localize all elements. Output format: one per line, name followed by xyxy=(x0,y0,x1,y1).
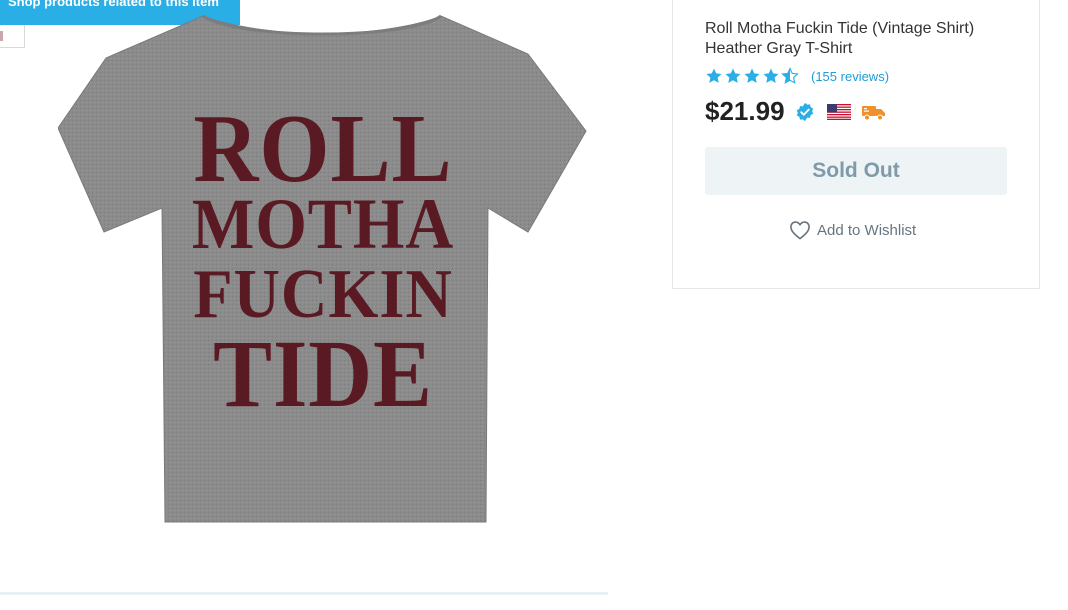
wishlist-label: Add to Wishlist xyxy=(817,221,917,239)
thumbnail-image xyxy=(0,31,3,41)
product-image: ROLL MOTHA FUCKIN TIDE xyxy=(58,14,588,524)
star-rating xyxy=(705,67,799,85)
verified-badge-icon xyxy=(796,102,813,121)
us-flag-icon xyxy=(826,103,851,120)
shirt-print-text: ROLL MOTHA FUCKIN TIDE xyxy=(58,95,588,427)
add-to-wishlist-button[interactable]: Add to Wishlist xyxy=(789,220,916,240)
product-title: Roll Motha Fuckin Tide (Vintage Shirt) H… xyxy=(705,20,975,57)
print-line: MOTHA xyxy=(191,184,455,264)
star-icon xyxy=(744,68,760,83)
heart-icon xyxy=(790,221,810,240)
shipping-truck-icon xyxy=(861,105,885,120)
reviews-link[interactable]: (155 reviews) xyxy=(811,69,889,84)
related-products-label: Shop products related to this item xyxy=(8,0,219,9)
rating-row: (155 reviews) xyxy=(705,67,889,85)
star-icon xyxy=(763,68,779,83)
image-thumbnail[interactable] xyxy=(0,25,25,48)
sold-out-button[interactable]: Sold Out xyxy=(705,147,1007,195)
price: $21.99 xyxy=(705,96,785,126)
half-star-icon xyxy=(781,67,799,84)
divider xyxy=(0,592,608,595)
star-icon xyxy=(706,68,722,83)
price-row: $21.99 xyxy=(705,96,887,127)
star-icon xyxy=(725,68,741,83)
print-line: TIDE xyxy=(213,320,433,427)
product-info-panel: Roll Motha Fuckin Tide (Vintage Shirt) H… xyxy=(672,0,1040,289)
print-line: ROLL xyxy=(193,95,453,203)
